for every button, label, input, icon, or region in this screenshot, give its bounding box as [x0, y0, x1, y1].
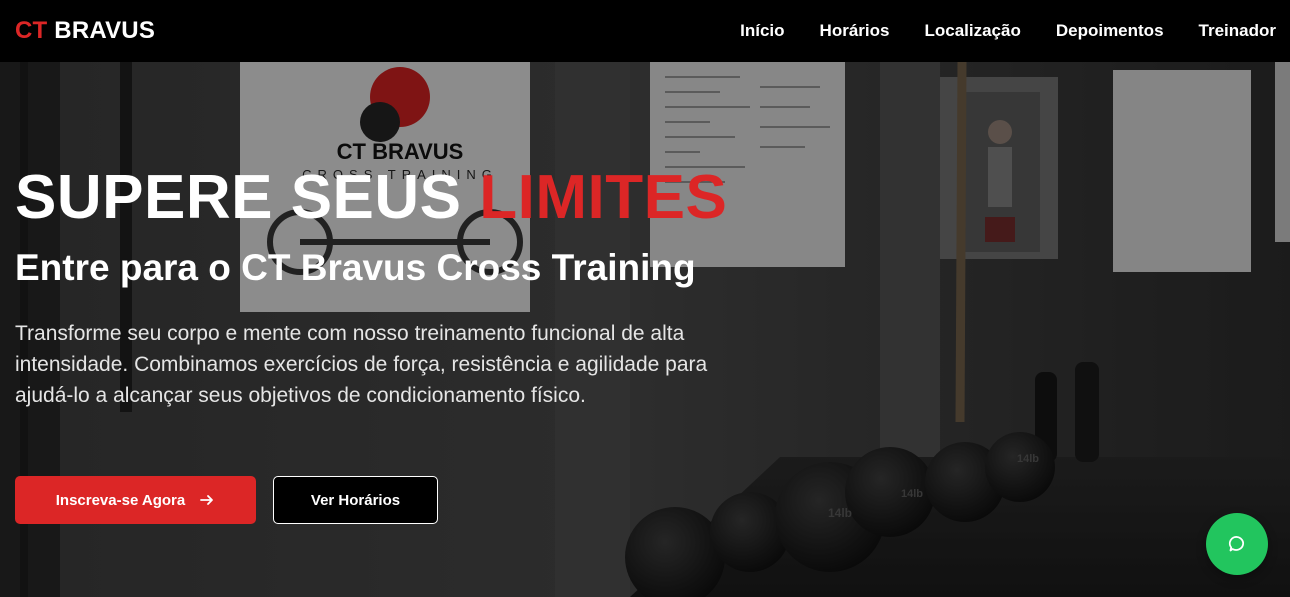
signup-button[interactable]: Inscreva-se Agora [15, 476, 256, 524]
schedule-button[interactable]: Ver Horários [273, 476, 438, 524]
brand-logo-accent: CT [15, 17, 48, 44]
hero-description: Transforme seu corpo e mente com nosso t… [15, 322, 708, 407]
arrow-right-icon [200, 495, 214, 505]
hero-subtitle: Entre para o CT Bravus Cross Training [15, 247, 696, 288]
chat-bubble-icon [1228, 536, 1245, 552]
signup-button-label: Inscreva-se Agora [55, 491, 186, 509]
nav-link-localizacao[interactable]: Localização [924, 21, 1020, 41]
schedule-button-label: Ver Horários [310, 491, 401, 509]
hero-title-accent: LIMITES [479, 163, 728, 232]
hero-buttons: Inscreva-se Agora Ver Horários [15, 476, 438, 524]
hero-section: CT BRAVUS CROSS TRAINING 14lb 14lb 14lb … [0, 62, 1290, 597]
navbar: CT BRAVUS Início Horários Localização De… [0, 0, 1290, 62]
hero-title: SUPERE SEUS LIMITES [15, 162, 775, 234]
nav-link-treinador[interactable]: Treinador [1199, 21, 1276, 41]
nav-link-horarios[interactable]: Horários [820, 21, 890, 41]
nav-link-inicio[interactable]: Início [740, 21, 784, 41]
chat-fab-button[interactable] [1206, 513, 1268, 575]
brand-logo-name: BRAVUS [54, 17, 156, 44]
hero-title-main: SUPERE SEUS [15, 163, 462, 232]
nav-menu: Início Horários Localização Depoimentos … [740, 21, 1276, 41]
nav-link-depoimentos[interactable]: Depoimentos [1056, 21, 1164, 41]
brand-logo[interactable]: CT BRAVUS [15, 17, 155, 45]
hero-content: SUPERE SEUS LIMITES Entre para o CT Brav… [15, 162, 775, 411]
